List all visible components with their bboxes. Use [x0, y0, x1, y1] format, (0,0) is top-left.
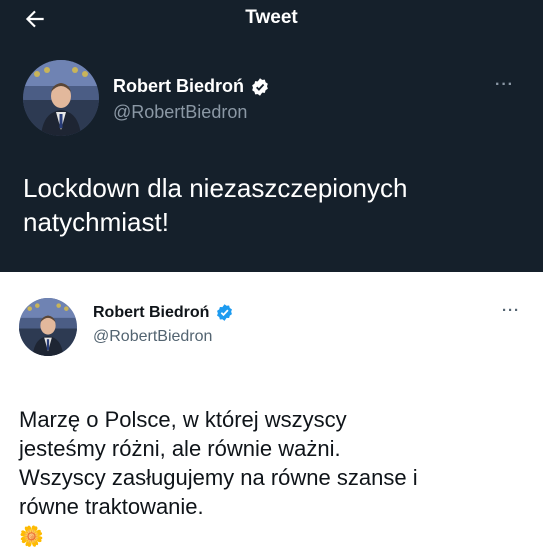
author-handle[interactable]: @RobertBiedron — [113, 102, 247, 123]
author-avatar[interactable] — [19, 298, 77, 356]
tweet-body: Marzę o Polsce, w której wszyscy jesteśm… — [19, 407, 418, 519]
verified-badge-icon — [252, 77, 268, 96]
author-name-row: Robert Biedroń — [93, 303, 234, 322]
dark-tweet-panel: Tweet Robert Biedroń @RobertBiedron ··· … — [0, 0, 543, 272]
tweet-text: Marzę o Polsce, w której wszyscy jesteśm… — [19, 376, 418, 552]
author-name-row: Robert Biedroń — [113, 76, 270, 97]
more-options-button[interactable]: ··· — [502, 302, 520, 319]
flower-emoji: 🌼 — [19, 526, 44, 548]
author-name[interactable]: Robert Biedroń — [93, 304, 209, 322]
author-name[interactable]: Robert Biedroń — [113, 76, 244, 97]
author-handle[interactable]: @RobertBiedron — [93, 328, 212, 346]
author-avatar[interactable] — [23, 60, 99, 136]
page-title: Tweet — [245, 7, 298, 28]
light-tweet-panel: Robert Biedroń @RobertBiedron ··· Marzę … — [0, 272, 543, 548]
tweet-text: Lockdown dla niezaszczepionych natychmia… — [23, 173, 408, 237]
verified-badge-icon — [217, 304, 233, 321]
more-options-button[interactable]: ··· — [495, 76, 514, 94]
